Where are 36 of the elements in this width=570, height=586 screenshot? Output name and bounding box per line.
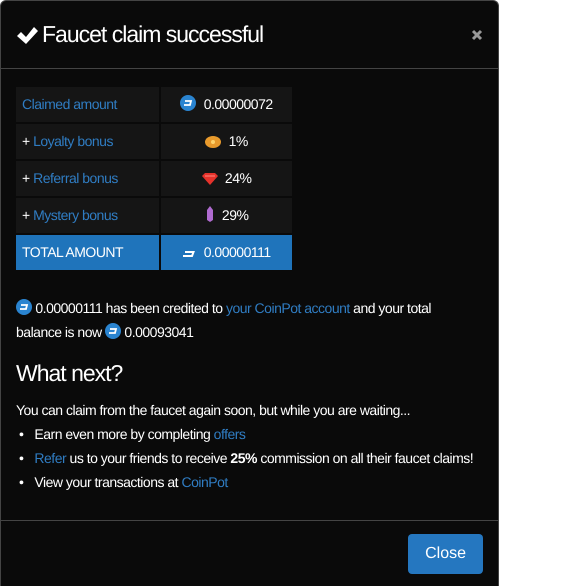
bullet-marker: • [19,448,24,468]
table-value: 24% [224,170,252,186]
bonus-link[interactable]: Mystery bonus [33,207,118,223]
dash-coin-icon [180,95,196,111]
dash-coin-icon [16,299,32,315]
text-link[interactable]: Refer [34,450,66,466]
plus-sign: + [22,207,30,223]
table-value: 0.00000072 [204,96,273,112]
plus-sign: + [22,133,30,149]
credit-message: 0.00000111 has been credited to your CoinPot account and your total balance is now 0.00093041 [16,298,432,342]
table-value: 29% [222,207,248,223]
bullet-text: Earn even more by completing offers [34,424,246,444]
account-link[interactable]: your CoinPot account [226,300,350,316]
plus-sign: + [22,170,30,186]
bullet-marker: • [19,424,24,444]
modal-title: Faucet claim successful [42,20,264,48]
text-link[interactable]: CoinPot [181,474,228,490]
dash-coin-icon [105,323,122,339]
text-link[interactable]: offers [214,426,246,442]
table-value: 1% [228,133,248,149]
bullet-text: Refer us to your friends to receive 25% commission on all their faucet claims! [34,448,474,468]
bonus-link[interactable]: Loyalty bonus [33,133,113,149]
section-heading: What next? [16,360,124,388]
close-icon[interactable] [471,28,483,40]
table-value: 0.00000111 [204,244,271,260]
check-icon [16,24,38,44]
coin-icon [205,136,222,148]
intro-text: You can claim from the faucet again soon, but while you are waiting... [16,400,412,420]
crystal-icon [204,206,215,222]
total-label: TOTAL AMOUNT [22,244,124,260]
gem-icon [202,173,218,185]
bonus-link[interactable]: Referral bonus [33,170,118,186]
close-button[interactable]: Close [408,534,483,574]
dash-icon [182,249,196,259]
bullet-marker: • [19,472,24,492]
bullet-text: View your transactions at CoinPot [34,472,228,492]
